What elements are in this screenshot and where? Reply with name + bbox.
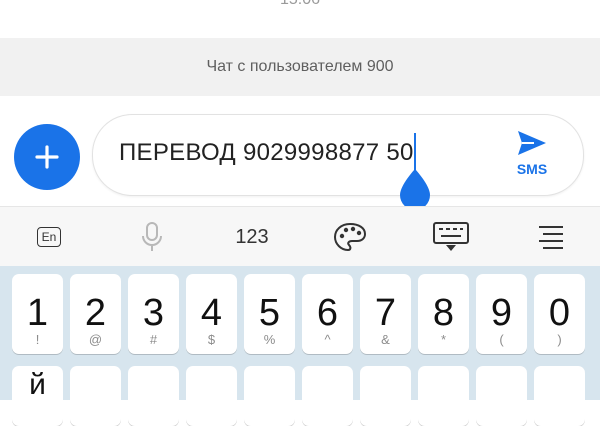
key-6[interactable]: 6 ^ xyxy=(302,274,353,354)
key-letter-first[interactable]: й xyxy=(12,366,63,426)
key-letter[interactable] xyxy=(302,366,353,426)
mic-icon xyxy=(142,222,162,251)
cursor-handle-icon[interactable] xyxy=(397,167,433,211)
key-letter[interactable] xyxy=(476,366,527,426)
menu-icon xyxy=(539,226,563,249)
send-sms-label: SMS xyxy=(516,161,548,177)
theme-button[interactable] xyxy=(332,219,368,255)
key-5[interactable]: 5 % xyxy=(244,274,295,354)
plus-icon xyxy=(35,145,59,169)
key-1[interactable]: 1 ! xyxy=(12,274,63,354)
send-sms-button[interactable]: SMS xyxy=(505,125,559,185)
voice-input-button[interactable] xyxy=(138,219,166,255)
message-input-text: ПЕРЕВОД 9029998877 50 xyxy=(119,139,414,166)
key-4[interactable]: 4 $ xyxy=(186,274,237,354)
key-letter[interactable] xyxy=(418,366,469,426)
compose-bar: ПЕРЕВОД 9029998877 50 SMS xyxy=(0,96,600,210)
key-letter[interactable] xyxy=(360,366,411,426)
send-icon xyxy=(518,131,546,155)
language-label: En xyxy=(36,227,62,247)
chat-title-banner: Чат с пользователем 900 xyxy=(0,38,600,96)
key-2[interactable]: 2 @ xyxy=(70,274,121,354)
key-letter[interactable] xyxy=(534,366,585,426)
key-letter[interactable] xyxy=(128,366,179,426)
status-time: 15:06 xyxy=(0,0,600,9)
language-switch-button[interactable]: En xyxy=(33,219,65,255)
message-input[interactable]: ПЕРЕВОД 9029998877 50 SMS xyxy=(92,114,584,210)
key-letter[interactable] xyxy=(186,366,237,426)
key-letter[interactable] xyxy=(244,366,295,426)
keyboard: 1 ! 2 @ 3 # 4 $ 5 % 6 ^ 7 & 8 * 9 ( 0 ) … xyxy=(0,266,600,426)
keyboard-toolbar: En 123 xyxy=(0,206,600,267)
palette-icon xyxy=(333,222,367,252)
key-9[interactable]: 9 ( xyxy=(476,274,527,354)
keyboard-hide-icon xyxy=(433,222,469,251)
key-7[interactable]: 7 & xyxy=(360,274,411,354)
keyboard-menu-button[interactable] xyxy=(536,219,566,255)
key-8[interactable]: 8 * xyxy=(418,274,469,354)
add-attachment-button[interactable] xyxy=(14,124,80,190)
key-0[interactable]: 0 ) xyxy=(534,274,585,354)
key-3[interactable]: 3 # xyxy=(128,274,179,354)
key-letter[interactable] xyxy=(70,366,121,426)
numbers-mode-button[interactable]: 123 xyxy=(228,219,276,255)
hide-keyboard-button[interactable] xyxy=(432,219,470,255)
